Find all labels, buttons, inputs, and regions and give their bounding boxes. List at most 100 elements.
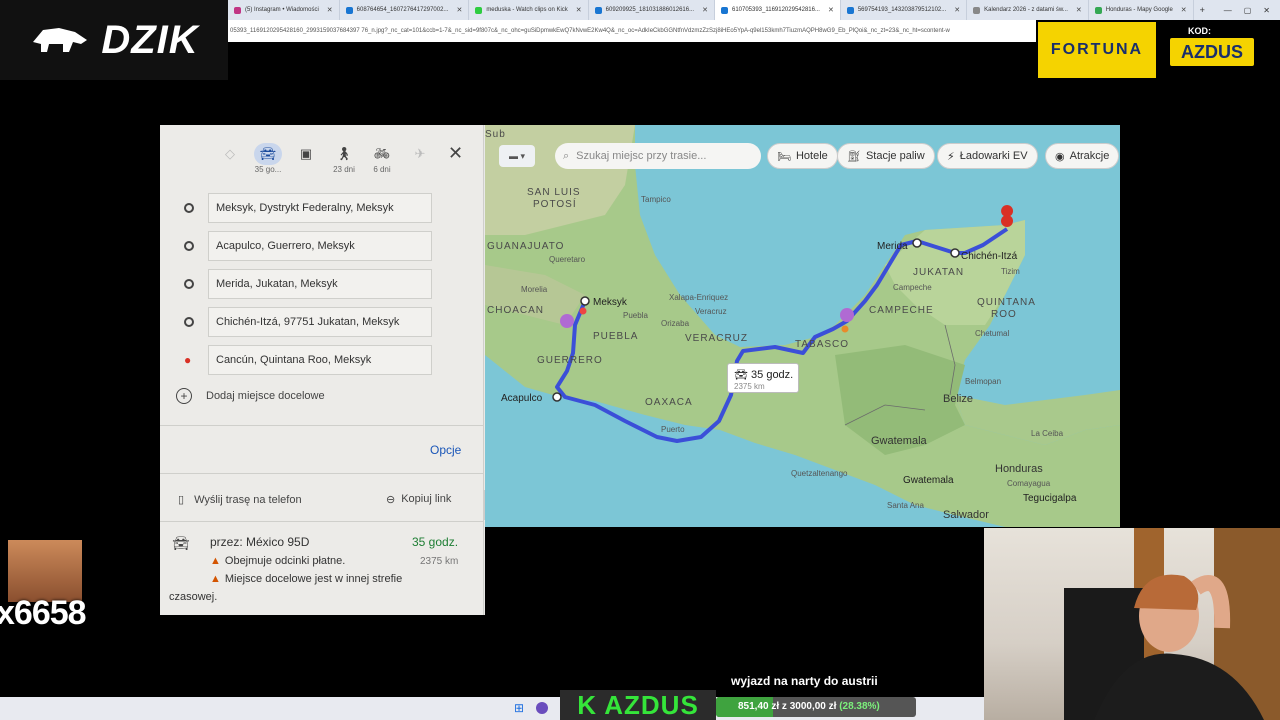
map-label: GUANAJUATO <box>487 241 565 252</box>
map-label: Queretaro <box>549 255 586 264</box>
browser-tab[interactable]: 608764654_1607276417297002... ✕ <box>340 0 470 20</box>
map-toolbar: ▬ ▾ ⌕ Szukaj miejsc przy trasie... 🛏︎ Hot… <box>485 143 1120 173</box>
browser-tab[interactable]: 609209925_181031886012616... ✕ <box>589 0 715 20</box>
destination-pin-icon: ● <box>184 353 192 367</box>
mode-flight[interactable]: ✈︎ <box>406 143 434 165</box>
stop-input[interactable]: Merida, Jukatan, Meksyk <box>208 269 432 299</box>
close-tab-icon[interactable]: ✕ <box>1181 6 1187 14</box>
browser-tab-active[interactable]: 610705393_116912029542816... ✕ <box>714 0 841 20</box>
promo-code: AZDUS <box>1170 38 1254 66</box>
badge-duration: 🚘︎ 35 godz. <box>734 369 794 381</box>
directions-panel: ◇ 🚘︎ 35 go... ▣ 🚶︎ 23 dni 🚲︎ 6 dni ✈︎ ✕ Mek… <box>160 125 484 615</box>
new-tab-button[interactable]: + <box>1194 5 1211 15</box>
copy-link-label: Kopiuj link <box>401 493 452 505</box>
close-tab-icon[interactable]: ✕ <box>702 6 708 14</box>
add-destination-button[interactable]: + Dodaj miejsce docelowe <box>176 388 325 404</box>
chip-label: Atrakcje <box>1069 150 1110 162</box>
map-label: Orizaba <box>661 319 690 328</box>
ev-icon: ⚡︎ <box>947 150 955 163</box>
dzik-logo: DZIK <box>0 0 228 80</box>
mode-transit[interactable]: ▣ <box>292 143 320 165</box>
plane-icon: ✈︎ <box>414 146 426 161</box>
map-label: TABASCO <box>795 339 850 350</box>
map-label: POTOSÍ <box>533 199 577 210</box>
donation-goal-text: 851,40 zł z 3000,00 zł (28.38%) <box>738 701 880 712</box>
mode-car[interactable]: 🚘︎ 35 go... <box>254 143 282 174</box>
map-label: Campeche <box>893 283 932 292</box>
stop-row: Merida, Jukatan, Meksyk <box>180 265 432 303</box>
map-label: Merida <box>877 241 908 252</box>
map-label: Honduras <box>995 463 1043 475</box>
streamer-silhouette <box>1064 528 1280 720</box>
close-tab-icon[interactable]: ✕ <box>1076 6 1082 14</box>
browser-tab[interactable]: (5) Instagram • Wiadomości ✕ <box>228 0 340 20</box>
minimize-button[interactable]: — <box>1224 6 1232 15</box>
mode-bike[interactable]: 🚲︎ 6 dni <box>368 143 396 174</box>
warning-text: Obejmuje odcinki płatne. <box>224 555 346 567</box>
browser-tab[interactable]: meduska - Watch clips on Kick ✕ <box>469 0 589 20</box>
goal-percent: (28.38%) <box>839 701 880 712</box>
warning-icon: ▲ <box>210 573 221 585</box>
map-label: CHOACAN <box>487 305 545 316</box>
send-to-phone-button[interactable]: ▯ Wyślij trasę na telefon <box>178 493 302 507</box>
tab-label: meduska - Watch clips on Kick <box>486 7 568 13</box>
phone-icon: ▯ <box>178 494 185 506</box>
layers-button[interactable]: ▬ ▾ <box>499 145 535 167</box>
map-label: OAXACA <box>645 397 693 408</box>
map-canvas[interactable]: ▬ ▾ ⌕ Szukaj miejsc przy trasie... 🛏︎ Hot… <box>485 125 1120 527</box>
chip-gas-stations[interactable]: ⛽︎ Stacje paliw <box>837 143 935 169</box>
map-label: Tampico <box>641 195 671 204</box>
mode-walk[interactable]: 🚶︎ 23 dni <box>330 143 358 174</box>
options-link[interactable]: Opcje <box>430 443 461 457</box>
close-tab-icon[interactable]: ✕ <box>327 6 333 14</box>
webcam-feed <box>984 528 1280 720</box>
maximize-button[interactable]: ▢ <box>1244 6 1252 15</box>
chip-ev-chargers[interactable]: ⚡︎ Ładowarki EV <box>937 143 1038 169</box>
map-label: Comayagua <box>1007 479 1051 488</box>
map-label: QUINTANA <box>977 297 1036 308</box>
instagram-icon <box>234 6 241 14</box>
taskbar-app-icon[interactable] <box>536 702 548 714</box>
promo-code-label: KOD: <box>1188 26 1211 36</box>
stops-list: Meksyk, Dystrykt Federalny, Meksyk Acapu… <box>180 189 432 379</box>
close-tab-icon[interactable]: ✕ <box>456 6 462 14</box>
map-label: Puerto <box>661 425 685 434</box>
map-label: Tizim <box>1001 267 1020 276</box>
bike-icon: 🚲︎ <box>373 146 391 161</box>
close-tab-icon[interactable]: ✕ <box>576 6 582 14</box>
map-label: Chichén-Itzá <box>961 251 1018 262</box>
emote-counter: x6658 <box>0 594 87 632</box>
chip-attractions[interactable]: ◉ Atrakcje <box>1045 143 1120 169</box>
chip-label: Stacje paliw <box>865 150 925 162</box>
browser-tab[interactable]: Honduras - Mapy Google ✕ <box>1089 0 1194 20</box>
browser-tab[interactable]: Kalendarz 2026 - z datami św... ✕ <box>967 0 1089 20</box>
stop-dot-icon <box>184 279 194 289</box>
fuel-icon: ⛽︎ <box>847 150 861 163</box>
windows-start-icon[interactable]: ⊞ <box>514 701 524 715</box>
stop-input[interactable]: Meksyk, Dystrykt Federalny, Meksyk <box>208 193 432 223</box>
route-info-badge[interactable]: 🚘︎ 35 godz. 2375 km <box>727 363 799 393</box>
tab-label: (5) Instagram • Wiadomości <box>245 7 319 13</box>
map-label: Puebla <box>623 311 648 320</box>
mode-best[interactable]: ◇ <box>216 143 244 165</box>
map-label: Salwador <box>943 509 989 521</box>
search-along-route[interactable]: ⌕ Szukaj miejsc przy trasie... <box>555 143 761 169</box>
close-tab-icon[interactable]: ✕ <box>828 6 834 14</box>
map-label: CAMPECHE <box>869 305 934 316</box>
camera-icon: ◉ <box>1055 150 1065 163</box>
map-label: Santa Ana <box>887 501 924 510</box>
destination-input[interactable]: Cancún, Quintana Roo, Meksyk <box>208 345 432 375</box>
chip-label: Ładowarki EV <box>959 150 1028 162</box>
facebook-icon <box>846 6 854 14</box>
chip-hotels[interactable]: 🛏︎ Hotele <box>767 143 838 169</box>
stop-row: Meksyk, Dystrykt Federalny, Meksyk <box>180 189 432 227</box>
copy-link-button[interactable]: ⊖ Kopiuj link <box>386 493 451 506</box>
stop-input[interactable]: Chichén-Itzá, 97751 Jukatan, Meksyk <box>208 307 432 337</box>
close-window-button[interactable]: ✕ <box>1263 6 1270 15</box>
stop-input[interactable]: Acapulco, Guerrero, Meksyk <box>208 231 432 261</box>
tab-label: 608764654_1607276417297002... <box>356 7 449 13</box>
close-tab-icon[interactable]: ✕ <box>954 6 960 14</box>
goal-amount: 851,40 zł z 3000,00 zł <box>738 701 837 712</box>
close-directions-icon[interactable]: ✕ <box>448 143 463 164</box>
browser-tab[interactable]: 569754193_143203879512102... ✕ <box>841 0 968 20</box>
